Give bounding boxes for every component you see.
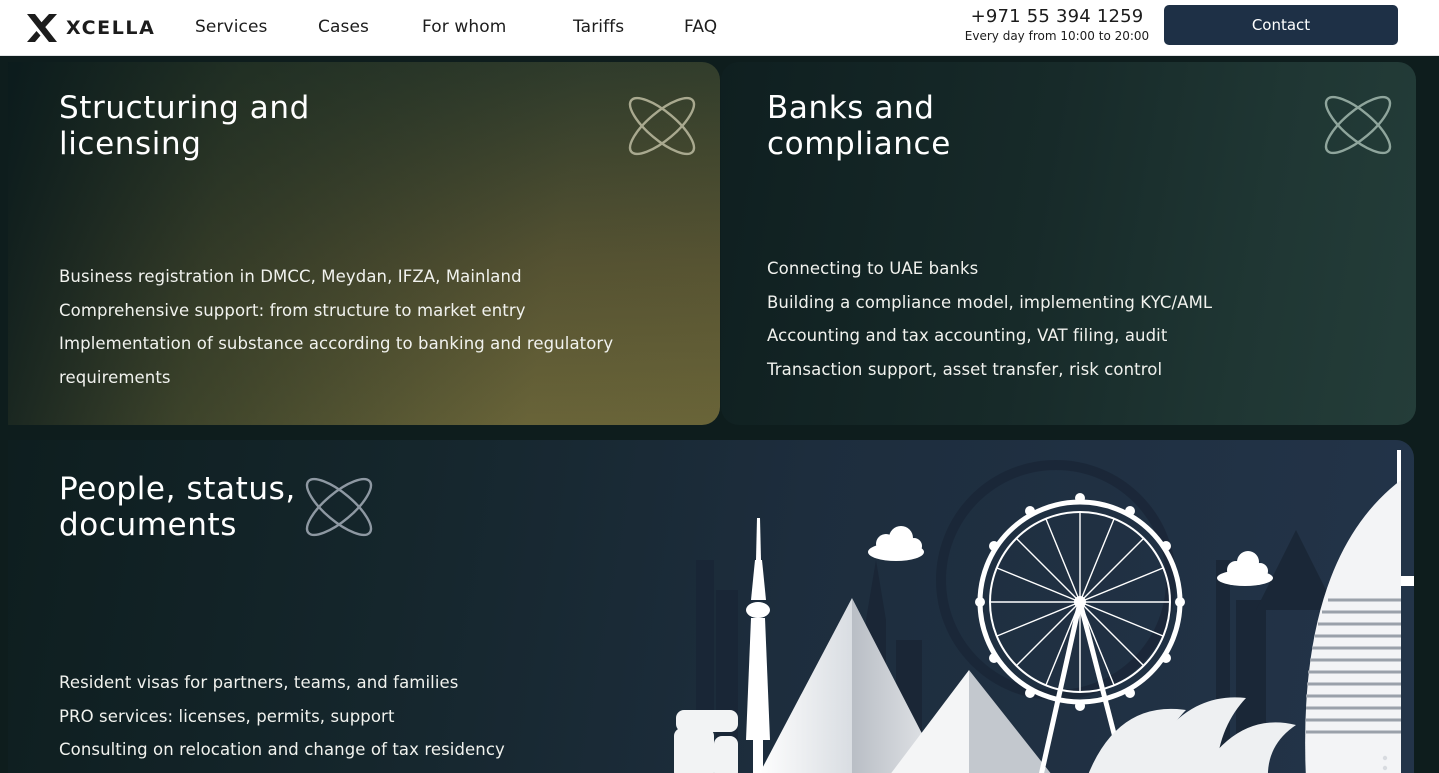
scroll-dots-icon — [1382, 755, 1388, 771]
nav-for-whom[interactable]: For whom — [422, 17, 506, 37]
list-item: Comprehensive support: from structure to… — [59, 300, 526, 320]
nav-cases[interactable]: Cases — [318, 17, 369, 37]
site-header: XCELLA Services Cases For whom Tariffs F… — [0, 0, 1439, 56]
card-title: People, status, documents — [59, 471, 296, 543]
card-feature-list: Business registration in DMCC, Meydan, I… — [59, 260, 613, 394]
service-card-structuring: Structuring and licensing Business regis… — [8, 62, 720, 425]
phone-block: +971 55 394 1259 Every day from 10:00 to… — [962, 6, 1152, 43]
card-title: Banks and compliance — [767, 90, 951, 162]
orbit-icon — [628, 96, 696, 156]
list-item: Consulting on relocation and change of t… — [59, 740, 505, 759]
list-item: PRO services: licenses, permits, support — [59, 706, 395, 726]
card-title: Structuring and licensing — [59, 90, 310, 162]
orbit-icon — [305, 477, 373, 537]
list-item: Accounting and tax accounting, VAT filin… — [767, 326, 1168, 345]
list-item: Transaction support, asset transfer, ris… — [767, 359, 1163, 379]
list-item: Resident visas for partners, teams, and … — [59, 673, 459, 692]
service-card-people: People, status, documents Resident visas… — [8, 440, 1414, 773]
list-item: Business registration in DMCC, Meydan, I… — [59, 267, 522, 286]
service-card-banks: Banks and compliance Connecting to UAE b… — [721, 62, 1416, 425]
list-item: Implementation of substance according to… — [59, 334, 614, 353]
city-skyline-illustration — [674, 450, 1414, 773]
orbit-icon — [1324, 95, 1392, 155]
card-feature-list: Resident visas for partners, teams, and … — [59, 666, 505, 767]
list-item: requirements — [59, 367, 171, 387]
nav-tariffs[interactable]: Tariffs — [573, 17, 624, 37]
working-hours: Every day from 10:00 to 20:00 — [964, 29, 1150, 43]
x-logo-icon — [27, 14, 57, 42]
phone-number[interactable]: +971 55 394 1259 — [962, 6, 1152, 27]
nav-services[interactable]: Services — [195, 17, 268, 37]
brand-name: XCELLA — [66, 17, 156, 39]
list-item: Building a compliance model, implementin… — [767, 292, 1213, 312]
nav-faq[interactable]: FAQ — [684, 17, 717, 37]
brand-logo[interactable]: XCELLA — [26, 12, 155, 44]
card-feature-list: Connecting to UAE banks Building a compl… — [767, 252, 1212, 386]
list-item: Connecting to UAE banks — [767, 259, 979, 278]
contact-button[interactable]: Contact — [1164, 5, 1398, 45]
